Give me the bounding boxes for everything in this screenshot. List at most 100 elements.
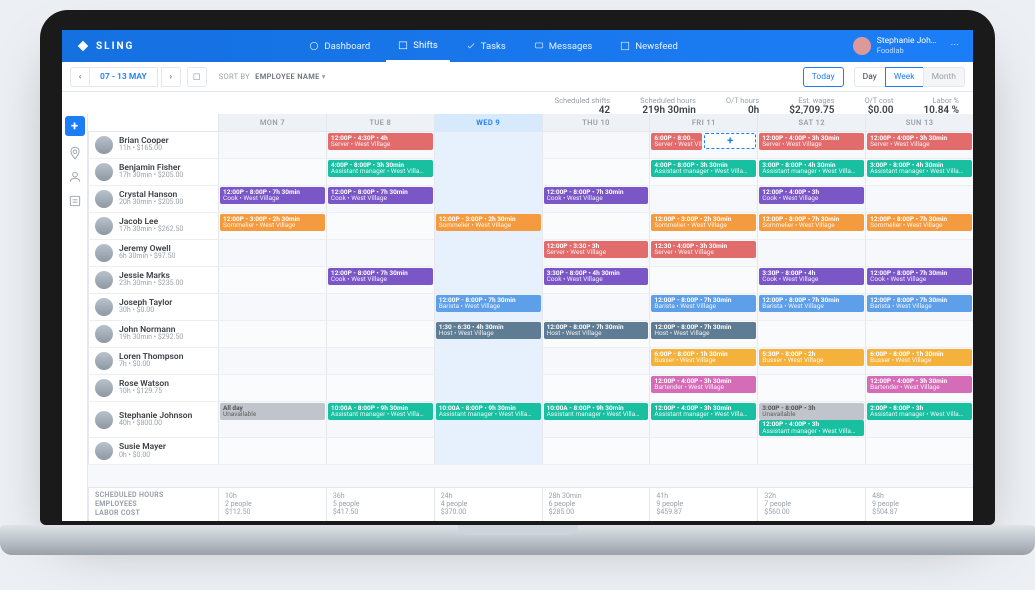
- shift-pill[interactable]: 12:00P - 4:00P • 3h 30minBartender • Wes…: [651, 376, 756, 393]
- day-cell[interactable]: 12:00P - 4:00P • 3h 30minBartender • Wes…: [865, 375, 973, 401]
- day-cell[interactable]: [542, 213, 650, 239]
- day-cell[interactable]: 12:00P - 3:00P • 2h 30minSommelier • Wes…: [218, 213, 326, 239]
- employee-cell[interactable]: Susie Mayer0h • $0.00: [88, 438, 218, 464]
- shift-pill[interactable]: 12:00P - 8:00P • 7h 30minBarista • West …: [759, 295, 864, 312]
- day-header[interactable]: WED 9: [434, 114, 542, 132]
- day-cell[interactable]: [218, 348, 326, 374]
- shift-pill[interactable]: 12:00P - 4:00P • 3h 30minAssistant manag…: [651, 403, 756, 420]
- next-week-button[interactable]: ›: [161, 67, 181, 87]
- day-header[interactable]: MON 7: [218, 114, 326, 132]
- day-cell[interactable]: 4:00P - 8:00P • 3h 30minAssistant manage…: [649, 159, 757, 185]
- shift-pill[interactable]: 12:00P - 8:00P • 7h 30minCook • West Vil…: [544, 187, 649, 204]
- shift-pill[interactable]: 12:00P - 8:00P • 7h 30minHost • West Vil…: [651, 322, 756, 339]
- day-cell[interactable]: 12:00P - 8:00P • 7h 30minHost • West Vil…: [649, 321, 757, 347]
- employee-cell[interactable]: Jeremy Owell6h 30min • $97.50: [88, 240, 218, 266]
- day-cell[interactable]: 6:00P - 8:00P • 1h 30minBusser • West Vi…: [649, 348, 757, 374]
- day-cell[interactable]: 12:00P - 3:30 • 3hServer • West Village: [542, 240, 650, 266]
- shift-pill[interactable]: 12:00P - 8:00P • 7h 30minSommelier • Wes…: [867, 214, 972, 231]
- day-cell[interactable]: 12:00P - 3:00P • 2h 30minSommelier • Wes…: [649, 213, 757, 239]
- shift-pill[interactable]: 4:00P - 8:00P • 3h 30minAssistant manage…: [328, 160, 433, 177]
- day-cell[interactable]: [434, 438, 542, 464]
- day-cell[interactable]: [757, 321, 865, 347]
- day-header[interactable]: SAT 12: [757, 114, 865, 132]
- shift-pill[interactable]: 6:00P - 8:00P • 1h 30minBusser • West Vi…: [651, 349, 756, 366]
- day-cell[interactable]: 12:00P - 8:00P • 7h 30minCook • West Vil…: [218, 186, 326, 212]
- day-cell[interactable]: 3:30P - 8:00P • 4h 30minCook • West Vill…: [542, 267, 650, 293]
- day-cell[interactable]: [218, 375, 326, 401]
- day-cell[interactable]: 3:30P - 8:00P • 4hCook • West Village: [757, 267, 865, 293]
- user-menu[interactable]: Stephanie Joh… Foodlab ⋯: [853, 37, 959, 55]
- day-cell[interactable]: [326, 321, 434, 347]
- shift-pill[interactable]: 3:00P - 8:00P • 4h 30minAssistant manage…: [759, 160, 864, 177]
- employee-cell[interactable]: Jacob Lee17h 30min • $262.50: [88, 213, 218, 239]
- day-cell[interactable]: All dayUnavailable: [218, 402, 326, 437]
- shift-pill[interactable]: 10:00A - 8:00P • 9h 30minAssistant manag…: [328, 403, 433, 420]
- checklist-icon[interactable]: [68, 194, 82, 208]
- employee-cell[interactable]: Crystal Hanson20h 30min • $205.00: [88, 186, 218, 212]
- day-cell[interactable]: 4:00P - 8:00P • 3h 30minAssistant manage…: [326, 159, 434, 185]
- day-cell[interactable]: [326, 213, 434, 239]
- shift-pill[interactable]: 5:30P - 8:00P • 2hBusser • West Village: [759, 349, 864, 366]
- shift-pill[interactable]: 12:00P - 3:00P • 2h 30minSommelier • Wes…: [651, 214, 756, 231]
- day-cell[interactable]: [542, 294, 650, 320]
- shift-pill[interactable]: All dayUnavailable: [220, 403, 325, 420]
- day-cell[interactable]: [649, 267, 757, 293]
- day-cell[interactable]: [218, 159, 326, 185]
- prev-week-button[interactable]: ‹: [70, 67, 90, 87]
- day-cell[interactable]: [434, 348, 542, 374]
- shift-pill[interactable]: 3:00P - 8:00P • 3hUnavailable: [759, 403, 864, 420]
- day-cell[interactable]: [434, 240, 542, 266]
- shift-pill[interactable]: 12:00P - 8:00P • 7h 30minSommelier • Wes…: [759, 214, 864, 231]
- shift-pill[interactable]: 10:00A - 8:00P • 9h 30minAssistant manag…: [544, 403, 649, 420]
- day-cell[interactable]: 3:00P - 8:00P • 4h 30minAssistant manage…: [865, 159, 973, 185]
- shift-pill[interactable]: 10:00A - 8:00P • 9h 30minAssistant manag…: [436, 403, 541, 420]
- shift-pill[interactable]: 12:00P - 4:30P • 4hServer • West Village: [328, 133, 433, 150]
- shift-pill[interactable]: 12:00P - 3:00P • 2h 30minSommelier • Wes…: [220, 214, 325, 231]
- day-cell[interactable]: [326, 294, 434, 320]
- day-cell[interactable]: [326, 375, 434, 401]
- shift-pill[interactable]: 12:00P - 4:00P • 3hAssistant manager • W…: [759, 420, 864, 437]
- employee-cell[interactable]: John Normann19h 30min • $292.50: [88, 321, 218, 347]
- shift-pill[interactable]: 12:00P - 8:00P • 7h 30minBarista • West …: [651, 295, 756, 312]
- day-cell[interactable]: 12:00P - 4:00P • 3h 30minServer • West V…: [865, 132, 973, 158]
- day-cell[interactable]: [542, 159, 650, 185]
- nav-messages[interactable]: Messages: [522, 30, 605, 62]
- day-cell[interactable]: 5:30P - 8:00P • 2hBusser • West Village: [757, 348, 865, 374]
- day-cell[interactable]: 12:00P - 3:00P • 2h 30minSommelier • Wes…: [434, 213, 542, 239]
- day-cell[interactable]: [649, 186, 757, 212]
- employee-cell[interactable]: Benjamin Fisher17h 30min • $205.00: [88, 159, 218, 185]
- nav-shifts[interactable]: Shifts: [386, 30, 450, 62]
- day-cell[interactable]: 12:00P - 8:00P • 7h 30minSommelier • Wes…: [757, 213, 865, 239]
- shift-pill[interactable]: 3:30P - 8:00P • 4h 30minCook • West Vill…: [544, 268, 649, 285]
- copy-schedule-button[interactable]: [187, 67, 207, 87]
- day-cell[interactable]: 12:00P - 4:30P • 4hServer • West Village: [326, 132, 434, 158]
- day-cell[interactable]: [542, 375, 650, 401]
- day-cell[interactable]: 10:00A - 8:00P • 9h 30minAssistant manag…: [434, 402, 542, 437]
- day-cell[interactable]: [434, 375, 542, 401]
- employee-cell[interactable]: Stephanie Johnson40h • $800.00: [88, 402, 218, 437]
- day-cell[interactable]: 10:00A - 8:00P • 9h 30minAssistant manag…: [326, 402, 434, 437]
- day-cell[interactable]: 3:00P - 8:00P • 4h 30minAssistant manage…: [757, 159, 865, 185]
- shift-pill[interactable]: 12:00P - 8:00P • 7h 30minCook • West Vil…: [328, 187, 433, 204]
- add-shift-inline[interactable]: +: [704, 133, 756, 149]
- day-cell[interactable]: 12:00P - 8:00P • 7h 30minCook • West Vil…: [865, 267, 973, 293]
- day-cell[interactable]: [434, 267, 542, 293]
- day-cell[interactable]: [542, 438, 650, 464]
- shift-pill[interactable]: 1:30 - 6:30 • 4h 30minHost • West Villag…: [436, 322, 541, 339]
- employee-cell[interactable]: Jessie Marks23h 30min • $235.00: [88, 267, 218, 293]
- nav-dashboard[interactable]: Dashboard: [297, 30, 382, 62]
- day-cell[interactable]: [865, 321, 973, 347]
- employee-cell[interactable]: Joseph Taylor30h • $0.00: [88, 294, 218, 320]
- day-cell[interactable]: 10:00A - 8:00P • 9h 30minAssistant manag…: [542, 402, 650, 437]
- day-cell[interactable]: [218, 132, 326, 158]
- day-cell[interactable]: [757, 438, 865, 464]
- shift-pill[interactable]: 12:00P - 3:00P • 2h 30minSommelier • Wes…: [436, 214, 541, 231]
- today-button[interactable]: Today: [803, 67, 844, 87]
- day-cell[interactable]: [218, 321, 326, 347]
- shift-pill[interactable]: 12:00P - 3:30 • 3hServer • West Village: [544, 241, 649, 258]
- day-cell[interactable]: 12:00P - 4:00P • 3h 30minAssistant manag…: [649, 402, 757, 437]
- day-cell[interactable]: [757, 240, 865, 266]
- day-cell[interactable]: 2:00P - 8:00P • 3hAssistant manager • We…: [865, 402, 973, 437]
- shift-pill[interactable]: 12:00P - 8:00P • 7h 30minCook • West Vil…: [328, 268, 433, 285]
- shift-pill[interactable]: 12:00P - 4:00P • 3h 30minServer • West V…: [759, 133, 864, 150]
